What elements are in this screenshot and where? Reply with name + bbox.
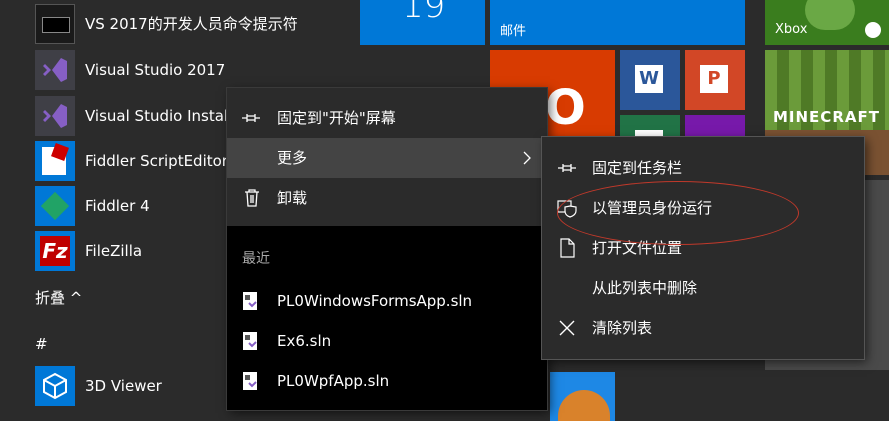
- menu-item-more[interactable]: 更多: [227, 138, 547, 178]
- fiddler-icon: [35, 186, 75, 226]
- powerpoint-icon: P: [700, 65, 728, 93]
- word-icon: W: [635, 65, 663, 93]
- group-header-hash[interactable]: #: [35, 335, 48, 353]
- menu-item-label: 固定到"开始"屏幕: [277, 109, 396, 127]
- app-label: FileZilla: [85, 242, 143, 260]
- annotation-oval: [557, 181, 799, 245]
- menu-item-clear-list[interactable]: 清除列表: [542, 308, 864, 348]
- visual-studio-installer-icon: [35, 96, 75, 136]
- close-icon: [557, 318, 577, 338]
- xbox-logo-icon: [865, 22, 881, 38]
- filezilla-icon: Fz: [35, 231, 75, 271]
- cube-icon: [35, 366, 75, 406]
- menu-item-label: 清除列表: [592, 319, 653, 337]
- menu-item-label: 更多: [277, 149, 308, 167]
- word-tile[interactable]: W: [620, 50, 680, 110]
- app-label: Visual Studio 2017: [85, 61, 226, 79]
- fiddler-scripteditor-icon: [35, 141, 75, 181]
- group-collapse-toggle[interactable]: 折叠 ^: [35, 287, 82, 308]
- trash-icon: [242, 188, 262, 208]
- recent-file-name: Ex6.sln: [277, 332, 332, 350]
- recent-jump-list: 最近 PL0WindowsFormsApp.sln Ex6.sln PL0Wpf…: [227, 226, 547, 410]
- app-item-visual-studio-2017[interactable]: Visual Studio 2017: [0, 48, 360, 92]
- app-label: 3D Viewer: [85, 377, 162, 395]
- mail-tile[interactable]: 邮件: [490, 0, 745, 45]
- solution-file-icon: [240, 291, 260, 311]
- menu-item-label: 从此列表中删除: [592, 279, 698, 297]
- xbox-character-image: [805, 0, 855, 30]
- more-submenu: 固定到任务栏 以管理员身份运行 打开文件位置 从此列表中删除 清除列表: [542, 137, 864, 359]
- chevron-right-icon: [519, 150, 535, 166]
- recent-file-name: PL0WindowsFormsApp.sln: [277, 292, 473, 310]
- recent-file-name: PL0WpfApp.sln: [277, 372, 390, 390]
- solution-file-icon: [240, 331, 260, 351]
- game-tile[interactable]: [550, 372, 615, 421]
- game-burger-image: [558, 390, 610, 421]
- app-label: Fiddler 4: [85, 197, 150, 215]
- menu-item-label: 卸载: [277, 189, 308, 207]
- pin-icon: [241, 108, 261, 128]
- menu-item-remove-from-list[interactable]: 从此列表中删除: [542, 268, 864, 308]
- solution-file-icon: [240, 371, 260, 391]
- app-label: Fiddler ScriptEditor: [85, 152, 228, 170]
- terminal-icon: [35, 4, 75, 44]
- office-logo-icon: O: [545, 80, 586, 136]
- recent-file-item[interactable]: PL0WpfApp.sln: [227, 361, 547, 401]
- calendar-tile[interactable]: 19: [360, 0, 485, 45]
- context-menu: 固定到"开始"屏幕 更多 卸载 最近 PL0WindowsFormsApp.sl…: [227, 88, 547, 410]
- calendar-number: 19: [402, 0, 446, 26]
- menu-item-pin-start[interactable]: 固定到"开始"屏幕: [227, 98, 547, 138]
- app-label: VS 2017的开发人员命令提示符: [85, 15, 298, 33]
- app-item-vs-devcmd[interactable]: VS 2017的开发人员命令提示符: [0, 2, 360, 46]
- app-label: Visual Studio Install: [85, 107, 233, 125]
- mail-tile-label: 邮件: [500, 24, 527, 39]
- menu-item-uninstall[interactable]: 卸载: [227, 178, 547, 218]
- visual-studio-icon: [35, 50, 75, 90]
- xbox-tile-label: Xbox: [775, 22, 808, 37]
- pin-icon: [557, 158, 577, 178]
- minecraft-logo: MINECRAFT: [773, 108, 880, 126]
- powerpoint-tile[interactable]: P: [685, 50, 745, 110]
- xbox-tile[interactable]: Xbox: [765, 0, 889, 45]
- recent-file-item[interactable]: PL0WindowsFormsApp.sln: [227, 281, 547, 321]
- recent-header: 最近: [242, 251, 270, 267]
- recent-file-item[interactable]: Ex6.sln: [227, 321, 547, 361]
- file-icon: [557, 238, 577, 258]
